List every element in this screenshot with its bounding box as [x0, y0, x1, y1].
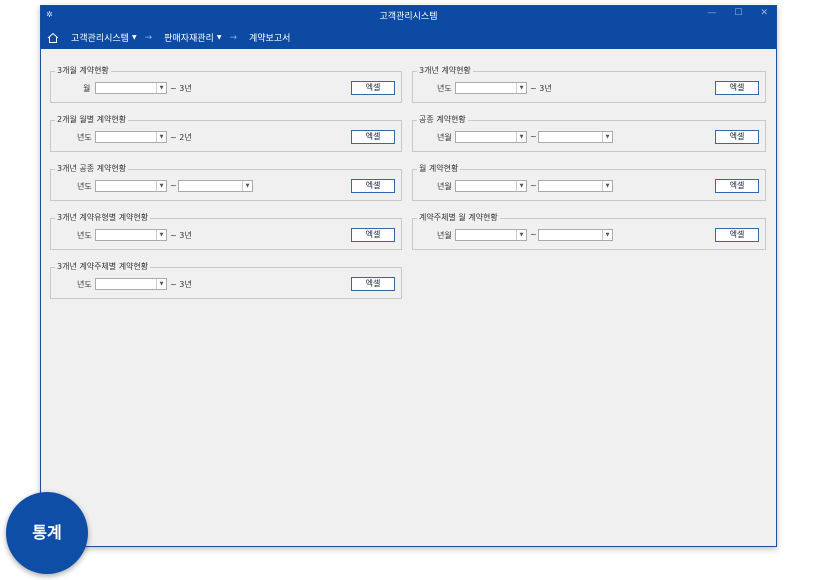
chevron-down-icon: ▼	[602, 230, 612, 240]
range-suffix: ~ 3년	[530, 84, 552, 93]
chevron-down-icon: ▼	[242, 181, 252, 191]
group-title: 월 계약현황	[417, 163, 461, 174]
group-title: 3개년 계약현황	[417, 65, 473, 76]
group-work-type: 공종 계약현황 년월 ▼ ~ ▼ 엑셀	[412, 114, 766, 152]
year-combo[interactable]: ▼	[95, 229, 167, 241]
field-label: 년도	[77, 182, 92, 191]
range-separator: ~	[530, 230, 537, 239]
chevron-down-icon: ▼	[156, 83, 166, 93]
group-title: 공종 계약현황	[417, 114, 468, 125]
end-month-combo[interactable]: ▼	[538, 131, 613, 143]
chevron-down-icon: ▼	[602, 181, 612, 191]
range-suffix: ~ 2년	[170, 133, 192, 142]
home-icon[interactable]	[47, 32, 59, 44]
range-suffix: ~ 3년	[170, 84, 192, 93]
excel-button[interactable]: 엑셀	[351, 81, 395, 95]
group-title: 3개년 계약유형별 계약현황	[55, 212, 151, 223]
group-entity-monthly: 계약주체별 월 계약현황 년월 ▼ ~ ▼ 엑셀	[412, 212, 766, 250]
range-suffix: ~ 3년	[170, 231, 192, 240]
chevron-down-icon: ▼	[156, 181, 166, 191]
excel-button[interactable]: 엑셀	[715, 228, 759, 242]
group-3year: 3개년 계약현황 년도 ▼ ~ 3년 엑셀	[412, 65, 766, 103]
end-month-combo[interactable]: ▼	[538, 229, 613, 241]
range-separator: ~	[170, 181, 177, 190]
breadcrumb-item-sales[interactable]: 판매자재관리 ▼	[164, 31, 221, 44]
end-month-combo[interactable]: ▼	[538, 180, 613, 192]
chevron-down-icon: ▼	[516, 132, 526, 142]
group-3month: 3개월 계약현황 월 ▼ ~ 3년 엑셀	[50, 65, 402, 103]
year-combo[interactable]: ▼	[95, 278, 167, 290]
arrow-right-icon: →	[144, 32, 153, 43]
breadcrumb-item-system[interactable]: 고객관리시스템 ▼	[71, 31, 137, 44]
group-title: 3개월 계약현황	[55, 65, 111, 76]
field-label: 년도	[77, 280, 92, 289]
range-separator: ~	[530, 132, 537, 141]
chevron-down-icon: ▼	[156, 230, 166, 240]
breadcrumb: 고객관리시스템 ▼ → 판매자재관리 ▼ → 계약보고서	[41, 26, 776, 49]
field-label: 년월	[437, 231, 452, 240]
maximize-button[interactable]: ☐	[734, 8, 742, 18]
year-combo[interactable]: ▼	[455, 82, 527, 94]
excel-button[interactable]: 엑셀	[715, 81, 759, 95]
window-title: 고객관리시스템	[379, 12, 438, 22]
chevron-down-icon: ▼	[131, 34, 137, 41]
excel-button[interactable]: 엑셀	[351, 179, 395, 193]
chevron-down-icon: ▼	[516, 83, 526, 93]
field-label: 년월	[437, 133, 452, 142]
main-content: 3개월 계약현황 월 ▼ ~ 3년 엑셀 3개년 계약현황 년도 ▼ ~ 3년 …	[41, 49, 776, 546]
field-label: 년도	[77, 133, 92, 142]
group-title: 2개월 월별 계약현황	[55, 114, 129, 125]
excel-button[interactable]: 엑셀	[351, 228, 395, 242]
group-3year-work-type: 3개년 공종 계약현황 년도 ▼ ~ ▼ 엑셀	[50, 163, 402, 201]
group-3year-contract-type: 3개년 계약유형별 계약현황 년도 ▼ ~ 3년 엑셀	[50, 212, 402, 250]
month-combo[interactable]: ▼	[95, 82, 167, 94]
close-button[interactable]: ✕	[760, 8, 768, 18]
start-month-combo[interactable]: ▼	[455, 229, 527, 241]
start-month-combo[interactable]: ▼	[455, 180, 527, 192]
minimize-button[interactable]: —	[707, 8, 716, 18]
chevron-down-icon: ▼	[602, 132, 612, 142]
start-year-combo[interactable]: ▼	[95, 180, 167, 192]
group-3year-entity: 3개년 계약주체별 계약현황 년도 ▼ ~ 3년 엑셀	[50, 261, 402, 299]
chevron-down-icon: ▼	[516, 181, 526, 191]
statistics-badge: 통계	[6, 492, 88, 574]
chevron-down-icon: ▼	[516, 230, 526, 240]
excel-button[interactable]: 엑셀	[715, 179, 759, 193]
group-title: 3개년 계약주체별 계약현황	[55, 261, 151, 272]
group-title: 계약주체별 월 계약현황	[417, 212, 500, 223]
group-2month-monthly: 2개월 월별 계약현황 년도 ▼ ~ 2년 엑셀	[50, 114, 402, 152]
group-monthly: 월 계약현황 년월 ▼ ~ ▼ 엑셀	[412, 163, 766, 201]
group-title: 3개년 공종 계약현황	[55, 163, 129, 174]
excel-button[interactable]: 엑셀	[715, 130, 759, 144]
title-bar: ✲ 고객관리시스템 — ☐ ✕	[41, 6, 776, 26]
end-year-combo[interactable]: ▼	[178, 180, 253, 192]
app-window: ✲ 고객관리시스템 — ☐ ✕ 고객관리시스템 ▼ → 판매자재관리 ▼ → 계…	[40, 5, 777, 547]
excel-button[interactable]: 엑셀	[351, 277, 395, 291]
start-month-combo[interactable]: ▼	[455, 131, 527, 143]
arrow-right-icon: →	[229, 32, 237, 43]
breadcrumb-item-report[interactable]: 계약보고서	[249, 31, 290, 44]
field-label: 월	[83, 84, 91, 93]
range-suffix: ~ 3년	[170, 280, 192, 289]
excel-button[interactable]: 엑셀	[351, 130, 395, 144]
field-label: 년도	[77, 231, 92, 240]
field-label: 년도	[437, 84, 452, 93]
chevron-down-icon: ▼	[156, 132, 166, 142]
field-label: 년월	[437, 182, 452, 191]
year-combo[interactable]: ▼	[95, 131, 167, 143]
chevron-down-icon: ▼	[216, 34, 222, 41]
chevron-down-icon: ▼	[156, 279, 166, 289]
range-separator: ~	[530, 181, 537, 190]
